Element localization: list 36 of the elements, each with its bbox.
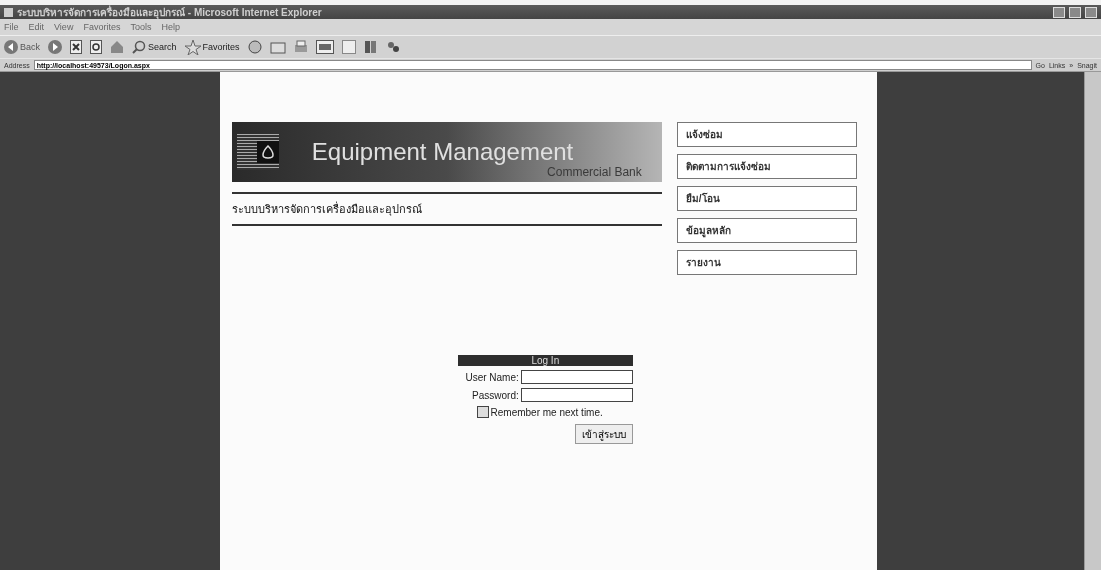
- favorites-button[interactable]: Favorites: [184, 39, 240, 55]
- nav-menu-item[interactable]: รายงาน: [676, 250, 857, 275]
- system-name: ระบบบริหารจัดการเครื่องมือและอุปกรณ์: [231, 200, 423, 218]
- search-button[interactable]: Search: [132, 40, 177, 54]
- user-name-field[interactable]: [520, 370, 633, 384]
- browser-icon: [4, 7, 13, 17]
- nav-menu-item[interactable]: ข้อมูลหลัก: [676, 218, 857, 243]
- minimize-button[interactable]: [1053, 6, 1065, 18]
- maximize-button[interactable]: [1069, 6, 1081, 18]
- banner-title: Equipment Management: [311, 138, 574, 166]
- nav-menu-item[interactable]: ยืม/โอน: [676, 186, 857, 211]
- menu-item[interactable]: Help: [161, 22, 180, 32]
- login-header: Log In: [457, 355, 633, 366]
- refresh-icon[interactable]: [90, 40, 102, 54]
- back-button[interactable]: Back: [4, 40, 40, 54]
- stop-icon[interactable]: [70, 40, 82, 54]
- password-field[interactable]: [520, 388, 633, 402]
- menu-item[interactable]: Edit: [28, 22, 45, 32]
- search-icon: [132, 40, 146, 54]
- menu-item[interactable]: File: [4, 22, 19, 32]
- nav-menu-item[interactable]: แจ้งซ่อม: [676, 122, 857, 147]
- remember-checkbox[interactable]: [476, 406, 489, 418]
- password-label: Password:: [472, 389, 519, 401]
- login-button[interactable]: เข้าสู่ระบบ: [574, 424, 633, 444]
- logo-icon: [236, 134, 279, 170]
- close-button[interactable]: [1085, 6, 1097, 18]
- window-title: ระบบบริหารจัดการเครื่องมือและอุปกรณ์ - Microsoft Internet Explorer: [17, 4, 323, 20]
- star-icon: [184, 39, 201, 55]
- nav-menu-item[interactable]: ติดตามการแจ้งซ่อม: [676, 154, 857, 179]
- print-icon[interactable]: [293, 40, 308, 54]
- menu-item[interactable]: Tools: [130, 22, 152, 32]
- user-name-label: User Name:: [465, 371, 519, 383]
- menu-item[interactable]: View: [54, 22, 74, 32]
- banner-subtitle: Commercial Bank: [547, 165, 642, 179]
- menu-item[interactable]: Favorites: [83, 22, 121, 32]
- remember-label: Remember me next time.: [490, 406, 603, 418]
